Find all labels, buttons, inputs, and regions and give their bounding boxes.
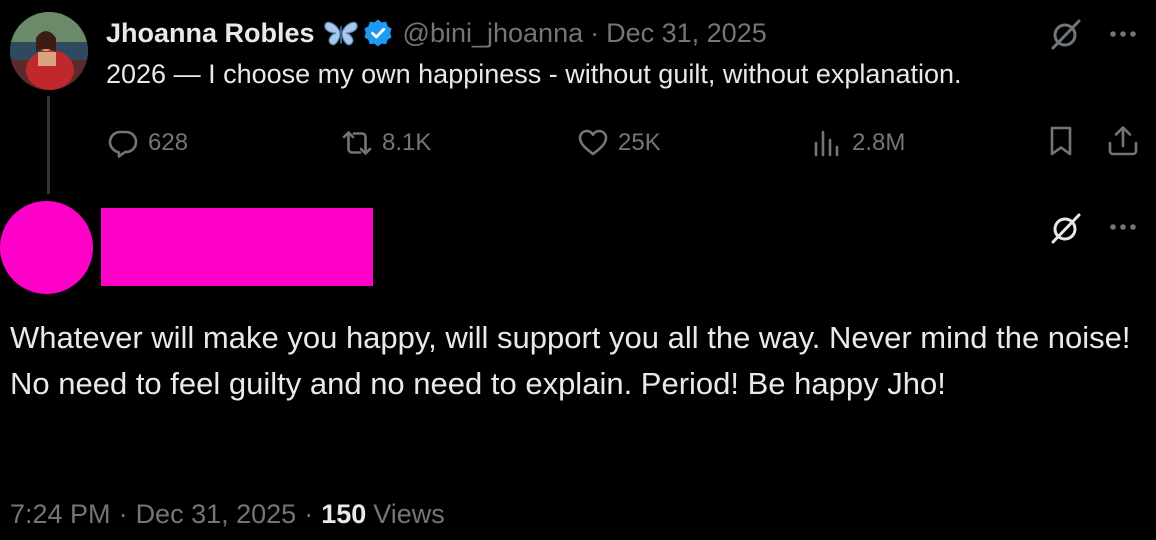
like-count: 25K <box>618 129 661 156</box>
reply-date[interactable]: Dec 31, 2025 <box>136 499 297 530</box>
like-button[interactable]: 25K <box>576 124 661 162</box>
verified-badge-icon <box>363 18 393 48</box>
handle[interactable]: @bini_jhoanna <box>403 18 584 49</box>
views-icon <box>814 130 839 157</box>
tweet-thread: Jhoanna Robles @bini_jhoanna · Dec 31, 2… <box>0 0 1156 540</box>
avatar[interactable] <box>10 12 88 90</box>
separator-dot: · <box>590 17 600 48</box>
more-icon[interactable] <box>1106 17 1140 51</box>
repost-count: 8.1K <box>382 129 432 156</box>
display-name[interactable]: Jhoanna Robles <box>106 18 315 49</box>
views-count: 2.8M <box>852 129 906 156</box>
repost-icon <box>342 131 372 155</box>
share-icon <box>1108 126 1138 156</box>
reply-count: 628 <box>148 129 189 156</box>
bookmark-button[interactable] <box>1044 124 1080 162</box>
reply-button[interactable]: 628 <box>106 124 188 162</box>
tweet-header: Jhoanna Robles @bini_jhoanna · Dec 31, 2… <box>106 14 767 52</box>
butterfly-icon <box>323 18 359 48</box>
share-button[interactable] <box>1106 124 1142 162</box>
reply-name-redacted <box>101 208 373 286</box>
grok-icon[interactable] <box>1050 212 1082 244</box>
reply-metadata: 7:24 PM · Dec 31, 2025 · 150 Views <box>10 492 445 536</box>
reply-views-label: Views <box>373 498 445 529</box>
bookmark-icon <box>1050 126 1072 156</box>
reply-time[interactable]: 7:24 PM <box>10 499 111 530</box>
views-button[interactable]: 2.8M <box>810 124 905 162</box>
repost-button[interactable]: 8.1K <box>340 124 431 162</box>
separator-dot: · <box>118 498 128 529</box>
reply-icon <box>108 130 138 158</box>
thread-connector <box>47 96 50 194</box>
reply-text: Whatever will make you happy, will suppo… <box>10 320 1131 401</box>
reply-views-count: 150 <box>321 498 367 529</box>
more-icon[interactable] <box>1106 210 1140 244</box>
like-icon <box>578 129 608 156</box>
grok-icon[interactable] <box>1050 18 1082 50</box>
separator-dot: · <box>304 498 314 529</box>
reply-avatar-redacted[interactable] <box>0 201 93 294</box>
tweet-date[interactable]: Dec 31, 2025 <box>606 18 767 49</box>
tweet-text: 2026 — I choose my own happiness - witho… <box>106 59 962 89</box>
